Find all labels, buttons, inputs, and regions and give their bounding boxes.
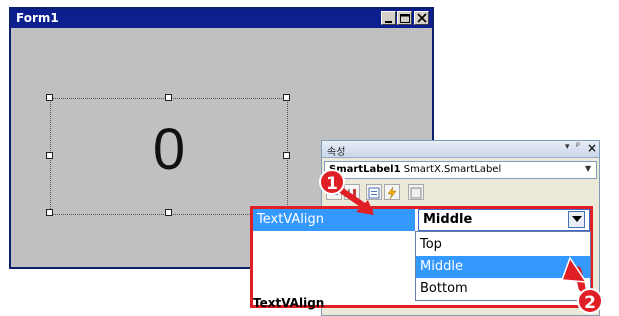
close-icon	[417, 13, 427, 23]
form1-title: Form1	[16, 11, 59, 25]
properties-header: 속성 ▾ ᵖ ×	[322, 141, 599, 158]
resize-handle-bottom[interactable]	[165, 209, 172, 216]
callout-badge-2: 2	[577, 288, 603, 314]
callout-badge-1: 1	[319, 169, 345, 195]
window-position-icon[interactable]: ▾	[565, 142, 570, 152]
resize-handle-top[interactable]	[165, 94, 172, 101]
resize-handle-top-right[interactable]	[283, 94, 290, 101]
form1-titlebar[interactable]: Form1	[11, 9, 432, 28]
properties-close-icon[interactable]: ×	[587, 141, 597, 155]
resize-handle-right[interactable]	[283, 152, 290, 159]
maximize-button[interactable]	[397, 11, 412, 25]
properties-title: 속성	[327, 147, 346, 158]
maximize-icon	[400, 14, 410, 23]
resize-handle-left[interactable]	[46, 152, 53, 159]
callout-arrow-2-head	[560, 256, 588, 283]
smartlabel-value: 0	[152, 117, 186, 182]
minimize-icon	[385, 21, 392, 23]
smartlabel-control[interactable]: 0	[50, 98, 288, 215]
minimize-button[interactable]	[381, 11, 396, 25]
callout-arrows	[335, 185, 588, 292]
resize-handle-top-left[interactable]	[46, 94, 53, 101]
close-button[interactable]	[414, 11, 429, 25]
resize-handle-bottom-left[interactable]	[46, 209, 53, 216]
pushpin-icon[interactable]: ᵖ	[576, 141, 580, 152]
